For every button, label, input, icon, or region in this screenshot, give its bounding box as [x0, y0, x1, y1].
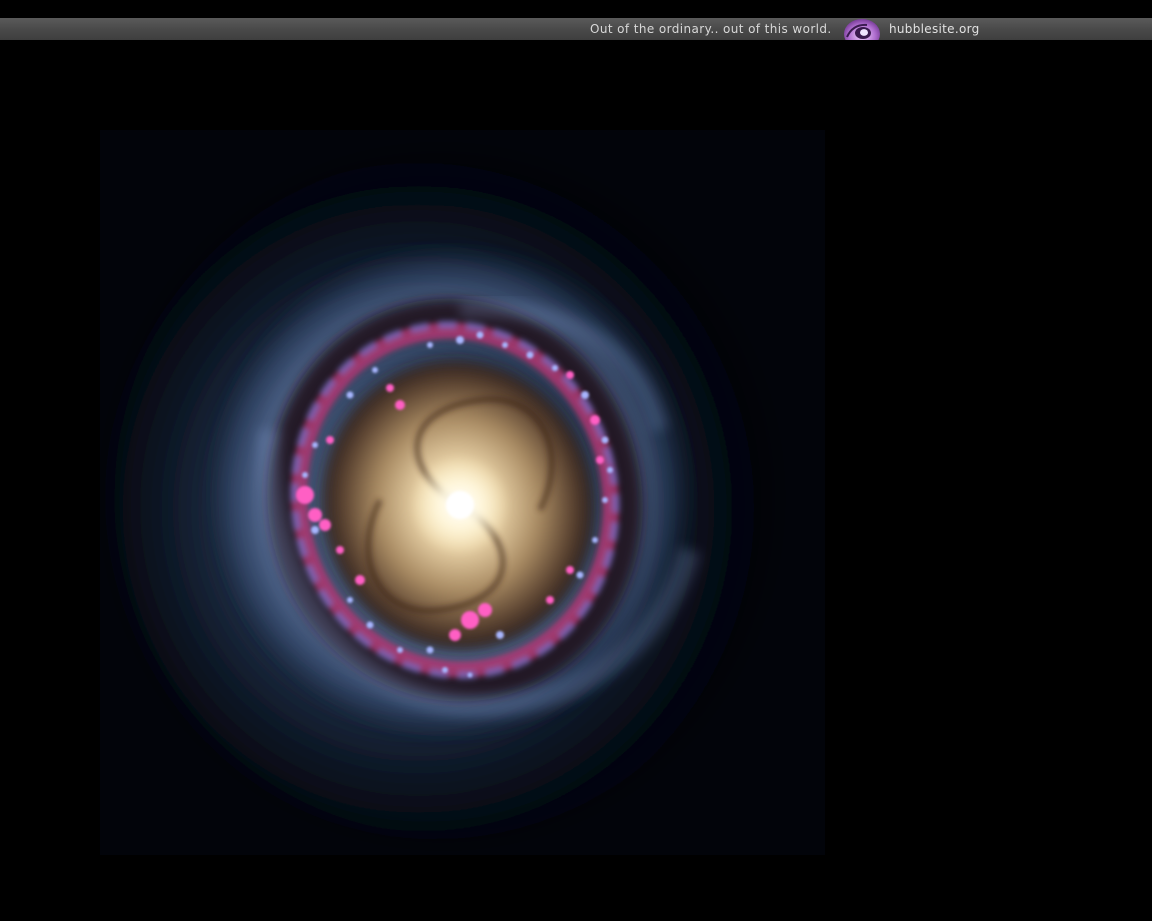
- hubblesite-link[interactable]: hubblesite.org: [889, 21, 980, 37]
- top-black-band: [0, 0, 1152, 18]
- banner-tagline: Out of the ordinary.. out of this world.: [590, 22, 832, 36]
- hubblesite-banner: Out of the ordinary.. out of this world.…: [0, 18, 1152, 40]
- galaxy-photo: [100, 130, 825, 855]
- page: Out of the ordinary.. out of this world.…: [0, 0, 1152, 921]
- galaxy-illustration: [100, 130, 825, 855]
- hubble-swirl-logo-icon[interactable]: [843, 18, 881, 40]
